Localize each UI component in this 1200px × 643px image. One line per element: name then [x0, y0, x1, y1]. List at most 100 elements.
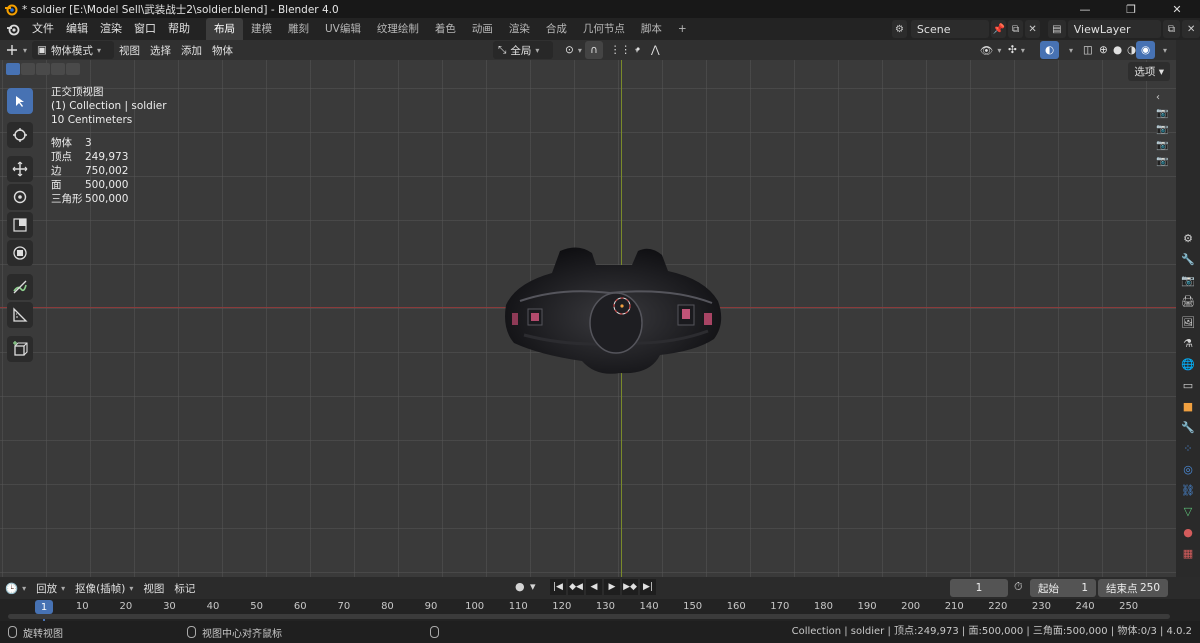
viewlayer-name-field[interactable]: ViewLayer	[1067, 20, 1161, 38]
next-keyframe-icon[interactable]: ▶◆	[622, 579, 638, 595]
tab-modeling[interactable]: 建模	[243, 18, 280, 40]
minimize-button[interactable]: —	[1062, 0, 1108, 18]
modifier-properties-icon[interactable]: 🔧	[1179, 418, 1197, 436]
stopwatch-icon[interactable]: ⏱	[1014, 580, 1023, 594]
select-invert-icon[interactable]	[51, 63, 65, 75]
maximize-button[interactable]: ❐	[1108, 0, 1154, 18]
soldier-model[interactable]	[500, 243, 730, 378]
camera-icon-4[interactable]: 📷	[1156, 156, 1168, 168]
menu-object[interactable]: 物体	[207, 41, 238, 59]
snap-toggle[interactable]: ∩	[585, 41, 603, 59]
play-reverse-icon[interactable]: ◀	[586, 579, 602, 595]
tab-shading[interactable]: 着色	[427, 18, 464, 40]
physics-properties-icon[interactable]: ◎	[1179, 460, 1197, 478]
editor-type-dropdown[interactable]: ▾	[0, 41, 32, 59]
start-frame-field[interactable]: 起始 1	[1030, 579, 1096, 597]
constraints-properties-icon[interactable]: ⛓	[1179, 481, 1197, 499]
tab-sculpting[interactable]: 雕刻	[280, 18, 317, 40]
view-layer-properties-icon[interactable]: 🖼	[1179, 313, 1197, 331]
camera-icon-3[interactable]: 📷	[1156, 140, 1168, 152]
tab-texture-paint[interactable]: 纹理绘制	[369, 18, 427, 40]
tab-animation[interactable]: 动画	[464, 18, 501, 40]
menu-edit[interactable]: 编辑	[60, 18, 94, 40]
transform-orientation-dropdown[interactable]: ⤡ 全局 ▾	[493, 41, 553, 59]
falloff-dropdown[interactable]: ⋀	[646, 41, 665, 59]
camera-icon-1[interactable]: 📷	[1156, 108, 1168, 120]
scene-icon[interactable]: ⚙	[892, 20, 907, 38]
new-scene-icon[interactable]: ⧉	[1008, 20, 1024, 38]
prev-keyframe-icon[interactable]: ◆◀	[568, 579, 584, 595]
current-frame-field[interactable]: 1	[950, 579, 1008, 597]
menu-file[interactable]: 文件	[26, 18, 60, 40]
new-viewlayer-icon[interactable]: ⧉	[1162, 20, 1181, 38]
object-properties-icon[interactable]: ■	[1179, 397, 1197, 415]
menu-timeline-view[interactable]: 视图	[138, 579, 169, 597]
menu-select[interactable]: 选择	[145, 41, 176, 59]
jump-start-icon[interactable]: |◀	[550, 579, 566, 595]
scene-selector[interactable]: ⚙ Scene 📌 ⧉ ✕	[890, 19, 1040, 39]
mode-dropdown[interactable]: ▣ 物体模式 ▾	[32, 41, 115, 59]
menu-marker[interactable]: 标记	[169, 579, 200, 597]
cursor-tool[interactable]	[7, 122, 33, 148]
timeline-scrollbar[interactable]	[8, 614, 1170, 619]
menu-render[interactable]: 渲染	[94, 18, 128, 40]
keying-dropdown[interactable]: ▾	[530, 580, 536, 593]
play-icon[interactable]: ▶	[604, 579, 620, 595]
world-properties-icon[interactable]: 🌐	[1179, 355, 1197, 373]
render-properties-icon[interactable]: 📷	[1179, 271, 1197, 289]
tab-scripting[interactable]: 脚本	[633, 18, 670, 40]
close-button[interactable]: ✕	[1154, 0, 1200, 18]
scale-tool[interactable]	[7, 212, 33, 238]
measure-tool[interactable]	[7, 302, 33, 328]
select-extend-icon[interactable]	[21, 63, 35, 75]
shading-rendered[interactable]: ◉	[1136, 41, 1156, 59]
texture-properties-icon[interactable]: ▦	[1179, 544, 1197, 562]
end-frame-field[interactable]: 结束点 250	[1098, 579, 1168, 597]
transform-tool[interactable]	[7, 240, 33, 266]
viewlayer-selector[interactable]: ▤ ViewLayer ⧉ ✕	[1046, 19, 1200, 39]
tool-settings-icon[interactable]: ⚙	[1179, 229, 1197, 247]
menu-view[interactable]: 视图	[114, 41, 145, 59]
gizmo-dropdown[interactable]: ✣ ▾	[1003, 41, 1030, 59]
jump-end-icon[interactable]: ▶|	[640, 579, 656, 595]
remove-viewlayer-icon[interactable]: ✕	[1182, 20, 1200, 38]
material-properties-icon[interactable]: ●	[1179, 523, 1197, 541]
move-tool[interactable]	[7, 156, 33, 182]
auto-keying-toggle[interactable]: ●	[515, 580, 525, 593]
annotate-tool[interactable]	[7, 274, 33, 300]
menu-help[interactable]: 帮助	[162, 18, 196, 40]
select-box-tool[interactable]	[7, 88, 33, 114]
overlays-toggle[interactable]: ◐	[1040, 41, 1060, 59]
viewlayer-icon[interactable]: ▤	[1048, 20, 1066, 38]
collection-properties-icon[interactable]: ▭	[1179, 376, 1197, 394]
tab-layout[interactable]: 布局	[206, 18, 243, 40]
tool-properties-icon[interactable]: 🔧	[1179, 250, 1197, 268]
menu-add[interactable]: 添加	[176, 41, 207, 59]
overlays-dropdown[interactable]: ▾	[1060, 41, 1078, 59]
select-subtract-icon[interactable]	[36, 63, 50, 75]
add-workspace-button[interactable]: +	[670, 18, 695, 40]
collapse-arrow-icon[interactable]: ‹	[1156, 92, 1168, 104]
current-frame-marker[interactable]: 1	[35, 600, 53, 614]
menu-window[interactable]: 窗口	[128, 18, 162, 40]
timeline-editor-type[interactable]: 🕒 ▾	[0, 579, 31, 597]
timeline-ruler[interactable]: 1 10 20 30 40 50 60 70 80 90 100 110 120 130 140 150 16…	[0, 599, 1200, 621]
menu-playback[interactable]: 回放 ▾	[31, 579, 70, 597]
rotate-tool[interactable]	[7, 184, 33, 210]
remove-scene-icon[interactable]: ✕	[1025, 20, 1040, 38]
select-new-icon[interactable]	[6, 63, 20, 75]
shading-dropdown[interactable]: ▾	[1154, 41, 1172, 59]
tab-compositing[interactable]: 合成	[538, 18, 575, 40]
output-properties-icon[interactable]: 🖨	[1179, 292, 1197, 310]
select-intersect-icon[interactable]	[66, 63, 80, 75]
tab-geometry-nodes[interactable]: 几何节点	[575, 18, 633, 40]
scene-properties-icon[interactable]: ⚗	[1179, 334, 1197, 352]
3d-viewport[interactable]: 选项 ▾ 正交顶视图 (1) Collection | soldier 10 C…	[0, 60, 1176, 577]
tab-uv-editing[interactable]: UV编辑	[317, 18, 369, 40]
scene-name-field[interactable]: Scene	[910, 20, 990, 38]
data-properties-icon[interactable]: ▽	[1179, 502, 1197, 520]
menu-keying[interactable]: 抠像(插帧) ▾	[70, 579, 138, 597]
camera-icon-2[interactable]: 📷	[1156, 124, 1168, 136]
pin-icon[interactable]: 📌	[991, 20, 1007, 38]
particles-properties-icon[interactable]: ⁘	[1179, 439, 1197, 457]
